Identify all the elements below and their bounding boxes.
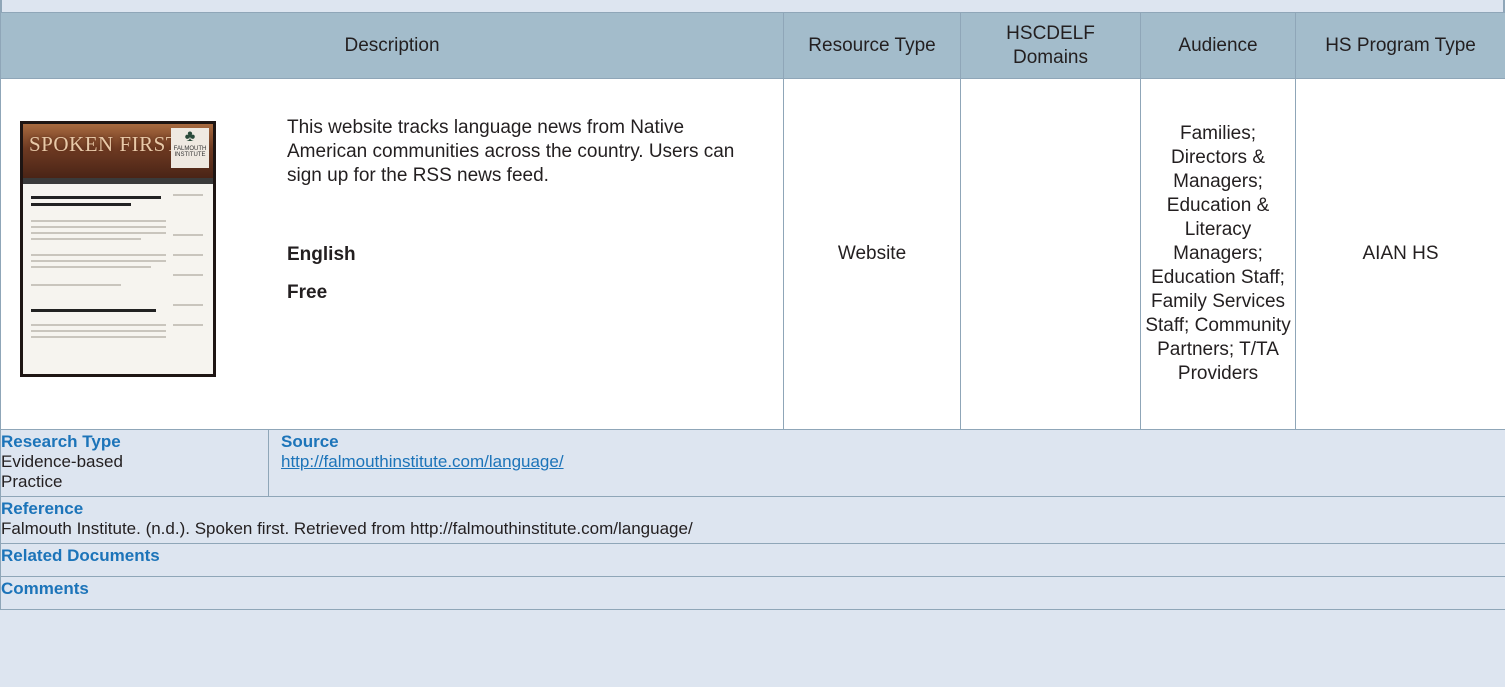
logo-text: FALMOUTH INSTITUTE	[173, 146, 207, 158]
hscdelf-domains-cell	[960, 78, 1142, 430]
comments-label: Comments	[1, 579, 89, 598]
column-header-hscdelf-domains: HSCDELF Domains	[960, 12, 1142, 79]
column-header-program-type: HS Program Type	[1295, 12, 1505, 79]
resource-description: This website tracks language news from N…	[287, 117, 735, 186]
comments-cell: Comments	[0, 576, 1505, 610]
resource-table: Description Resource Type HSCDELF Domain…	[0, 12, 1505, 610]
research-type-label: Research Type	[1, 432, 121, 451]
reference-row: Reference Falmouth Institute. (n.d.). Sp…	[0, 496, 1505, 544]
thumbnail-text-line	[31, 238, 141, 240]
resource-type-cell: Website	[783, 78, 962, 430]
thumbnail-banner: SPOKEN FIRST ♣ FALMOUTH INSTITUTE	[23, 124, 213, 178]
related-documents-row: Related Documents	[0, 543, 1505, 577]
thumbnail-headline	[31, 309, 156, 312]
thumbnail-text-line	[31, 260, 166, 262]
thumbnail-sidebar-line	[173, 254, 203, 256]
thumbnail-sidebar-line	[173, 274, 203, 276]
falmouth-logo: ♣ FALMOUTH INSTITUTE	[171, 128, 209, 168]
tree-icon: ♣	[184, 128, 196, 145]
thumbnail-headline	[31, 196, 161, 199]
resource-cost: Free	[287, 282, 328, 303]
source-cell: Source http://falmouthinstitute.com/lang…	[267, 429, 1505, 497]
audience-cell: Families; Directors & Managers; Educatio…	[1140, 78, 1297, 430]
column-header-description: Description	[0, 12, 785, 79]
column-header-resource-type: Resource Type	[783, 12, 962, 79]
program-type-cell: AIAN HS	[1295, 78, 1505, 430]
reference-value: Falmouth Institute. (n.d.). Spoken first…	[1, 519, 693, 538]
reference-cell: Reference Falmouth Institute. (n.d.). Sp…	[0, 496, 1505, 544]
resource-row: SPOKEN FIRST ♣ FALMOUTH INSTITUTE This w…	[0, 78, 1505, 430]
thumbnail-sidebar-line	[173, 194, 203, 196]
thumbnail-text-line	[31, 226, 166, 228]
thumbnail-text-line	[31, 266, 151, 268]
column-header-audience: Audience	[1140, 12, 1297, 79]
thumbnail-sidebar-line	[173, 324, 203, 326]
thumbnail-sidebar-line	[173, 234, 203, 236]
comments-row: Comments	[0, 576, 1505, 610]
thumbnail-nav	[23, 178, 213, 184]
header-row: Description Resource Type HSCDELF Domain…	[0, 12, 1505, 79]
top-band	[0, 0, 1505, 12]
resource-language: English	[287, 244, 356, 265]
thumbnail-text-line	[31, 330, 166, 332]
research-type-cell: Research Type Evidence-based Practice	[0, 429, 269, 497]
reference-label: Reference	[1, 499, 84, 518]
description-cell: SPOKEN FIRST ♣ FALMOUTH INSTITUTE This w…	[0, 78, 785, 430]
thumbnail-headline	[31, 203, 131, 206]
source-label: Source	[281, 432, 339, 451]
thumbnail-text-line	[31, 220, 166, 222]
thumbnail-title: SPOKEN FIRST	[29, 132, 180, 156]
research-source-row: Research Type Evidence-based Practice So…	[0, 429, 1505, 497]
thumbnail-text-line	[31, 232, 166, 234]
thumbnail-text-line	[31, 254, 166, 256]
related-documents-label: Related Documents	[1, 546, 160, 565]
thumbnail-sidebar-line	[173, 304, 203, 306]
thumbnail-text-line	[31, 324, 166, 326]
thumbnail-text-line	[31, 336, 166, 338]
related-documents-cell: Related Documents	[0, 543, 1505, 577]
thumbnail-text-line	[31, 284, 121, 286]
source-link[interactable]: http://falmouthinstitute.com/language/	[281, 452, 564, 471]
website-thumbnail: SPOKEN FIRST ♣ FALMOUTH INSTITUTE	[20, 121, 216, 377]
research-type-value: Evidence-based Practice	[1, 452, 123, 491]
